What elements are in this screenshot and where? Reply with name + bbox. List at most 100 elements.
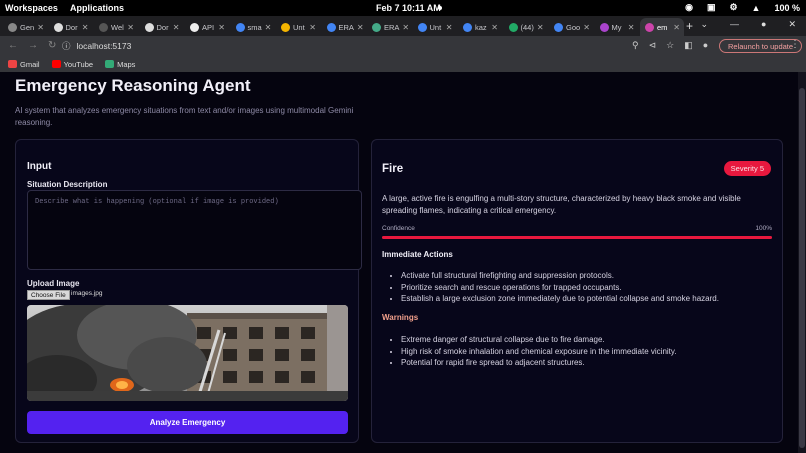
tab-close-icon[interactable]: ✕ — [673, 23, 680, 32]
page-scrollbar[interactable] — [798, 72, 806, 453]
workspaces-button[interactable]: Workspaces — [5, 3, 58, 13]
browser-tab[interactable]: Dor ✕ — [140, 18, 184, 36]
tab-close-icon[interactable]: ✕ — [628, 23, 635, 32]
tab-close-icon[interactable]: ✕ — [583, 23, 590, 32]
browser-menu-icon[interactable]: ⋮ — [790, 39, 800, 50]
confidence-label: Confidence — [382, 225, 415, 232]
choose-file-button[interactable]: Choose File — [27, 290, 70, 300]
bookmark-item[interactable]: YouTube — [51, 60, 93, 69]
applications-menu[interactable]: Applications — [70, 3, 124, 13]
browser-tab[interactable]: (44) ✕ — [504, 18, 548, 36]
tab-favicon-icon — [8, 22, 17, 32]
browser-tab[interactable]: Dor ✕ — [49, 18, 93, 36]
confidence-value: 100% — [755, 225, 772, 232]
tab-close-icon[interactable]: ✕ — [265, 23, 272, 32]
tab-close-icon[interactable]: ✕ — [537, 23, 544, 32]
scrollbar-thumb[interactable] — [799, 88, 805, 448]
tab-close-icon[interactable]: ✕ — [173, 23, 180, 32]
url-field[interactable]: ⓘ localhost:5173 — [58, 38, 622, 54]
minimize-icon[interactable]: — — [730, 19, 739, 30]
settings-icon[interactable]: ⚙ — [729, 2, 737, 13]
maximize-icon[interactable]: ● — [761, 19, 766, 30]
tab-close-icon[interactable]: ✕ — [402, 23, 409, 32]
tab-favicon-icon — [599, 22, 609, 32]
bookmark-favicon-icon — [51, 60, 61, 68]
zoom-icon[interactable]: ⚲ — [632, 40, 639, 51]
battery-label[interactable]: 100 % — [774, 3, 800, 13]
result-description: A large, active fire is engulfing a mult… — [382, 194, 741, 215]
bookmark-star-icon[interactable]: ☆ — [666, 40, 674, 51]
tab-label: Gen — [20, 22, 35, 32]
new-tab-button[interactable]: + — [686, 19, 693, 33]
tab-label: ERA — [338, 22, 354, 32]
tab-favicon-icon — [144, 22, 154, 32]
browser-tab-strip: Gen ✕ Dor ✕ Wel ✕ Dor ✕ API ✕ sma ✕ Unt ✕ ERA ✕ ERA ✕ Unt ✕… — [0, 16, 806, 36]
tab-close-icon[interactable]: ✕ — [82, 23, 89, 32]
tab-label: kaz — [475, 22, 487, 32]
emergency-type: Fire — [382, 163, 404, 175]
tab-close-icon[interactable]: ✕ — [218, 23, 225, 32]
severity-badge: Severity 5 — [723, 161, 771, 176]
profile-icon[interactable]: ● — [703, 40, 708, 51]
actions-heading: Immediate Actions — [382, 250, 453, 259]
sidepanel-icon[interactable]: ◧ — [684, 40, 693, 51]
address-bar-row: ← → ↻ ⓘ localhost:5173 ⚲ ⊲ ☆ ◧ ● Relaunc… — [0, 36, 806, 56]
result-card: Fire Severity 5 A large, active fire is … — [371, 139, 783, 443]
share-icon[interactable]: ⊲ — [649, 40, 657, 51]
tab-close-icon[interactable]: ✕ — [37, 23, 44, 32]
tab-favicon-icon — [508, 22, 518, 32]
clock[interactable]: Feb 7 10:11 AM — [376, 3, 441, 13]
browser-tab[interactable]: Unt ✕ — [276, 18, 320, 36]
tab-favicon-icon — [281, 22, 290, 32]
selected-file-name: images.jpg — [71, 290, 103, 297]
network-icon[interactable]: ▲ — [752, 3, 761, 13]
warnings-heading: Warnings — [382, 313, 419, 322]
input-heading: Input — [27, 161, 52, 172]
notification-dot — [438, 6, 442, 10]
back-icon[interactable]: ← — [8, 40, 18, 51]
browser-tab[interactable]: kaz ✕ — [458, 18, 502, 36]
bookmark-label: Maps — [117, 59, 136, 69]
browser-tab[interactable]: My ✕ — [595, 18, 639, 36]
bookmark-favicon-icon — [8, 60, 17, 68]
monitor-icon[interactable]: ▣ — [707, 2, 716, 13]
site-info-icon[interactable]: ⓘ — [62, 40, 71, 52]
app-page: Emergency Reasoning Agent AI system that… — [0, 72, 798, 453]
tab-close-icon[interactable]: ✕ — [446, 23, 453, 32]
warnings-list: Extreme danger of structural collapse du… — [401, 334, 677, 369]
browser-tab[interactable]: Goo ✕ — [549, 18, 593, 36]
browser-tab[interactable]: ERA ✕ — [322, 18, 366, 36]
os-top-bar: Workspaces Applications Feb 7 10:11 AM ◉… — [0, 0, 806, 16]
browser-tab[interactable]: sma ✕ — [231, 18, 275, 36]
bookmark-item[interactable]: Maps — [105, 60, 135, 69]
browser-tab[interactable]: API ✕ — [185, 18, 229, 36]
tab-favicon-icon — [645, 22, 654, 32]
action-item: Prioritize search and rescue operations … — [401, 282, 719, 294]
tab-label: API — [202, 22, 215, 32]
tab-label: Unt — [429, 22, 442, 32]
uploaded-image-preview — [27, 305, 348, 401]
bookmark-item[interactable]: Gmail — [8, 60, 40, 69]
tab-search-icon[interactable]: ⌄ — [700, 19, 708, 30]
browser-tab[interactable]: em ✕ — [640, 18, 684, 36]
tab-favicon-icon — [326, 22, 336, 32]
browser-tab[interactable]: ERA ✕ — [367, 18, 411, 36]
tab-close-icon[interactable]: ✕ — [491, 23, 498, 32]
browser-tab[interactable]: Gen ✕ — [3, 18, 47, 36]
tab-close-icon[interactable]: ✕ — [127, 23, 134, 32]
forward-icon[interactable]: → — [28, 40, 38, 51]
tab-close-icon[interactable]: ✕ — [357, 23, 364, 32]
page-subtitle: AI system that analyzes emergency situat… — [15, 106, 354, 127]
analyze-emergency-button[interactable]: Analyze Emergency — [27, 411, 348, 434]
tab-label: Wel — [111, 22, 124, 32]
situation-textarea[interactable] — [27, 190, 362, 270]
browser-tab[interactable]: Wel ✕ — [94, 18, 138, 36]
tab-favicon-icon — [99, 22, 108, 32]
tab-close-icon[interactable]: ✕ — [309, 23, 316, 32]
browser-tab[interactable]: Unt ✕ — [413, 18, 457, 36]
camera-icon[interactable]: ◉ — [685, 2, 693, 13]
reload-icon[interactable]: ↻ — [48, 40, 56, 51]
bookmark-favicon-icon — [105, 60, 115, 68]
close-window-icon[interactable]: ✕ — [788, 19, 796, 30]
confidence-bar — [382, 236, 772, 239]
